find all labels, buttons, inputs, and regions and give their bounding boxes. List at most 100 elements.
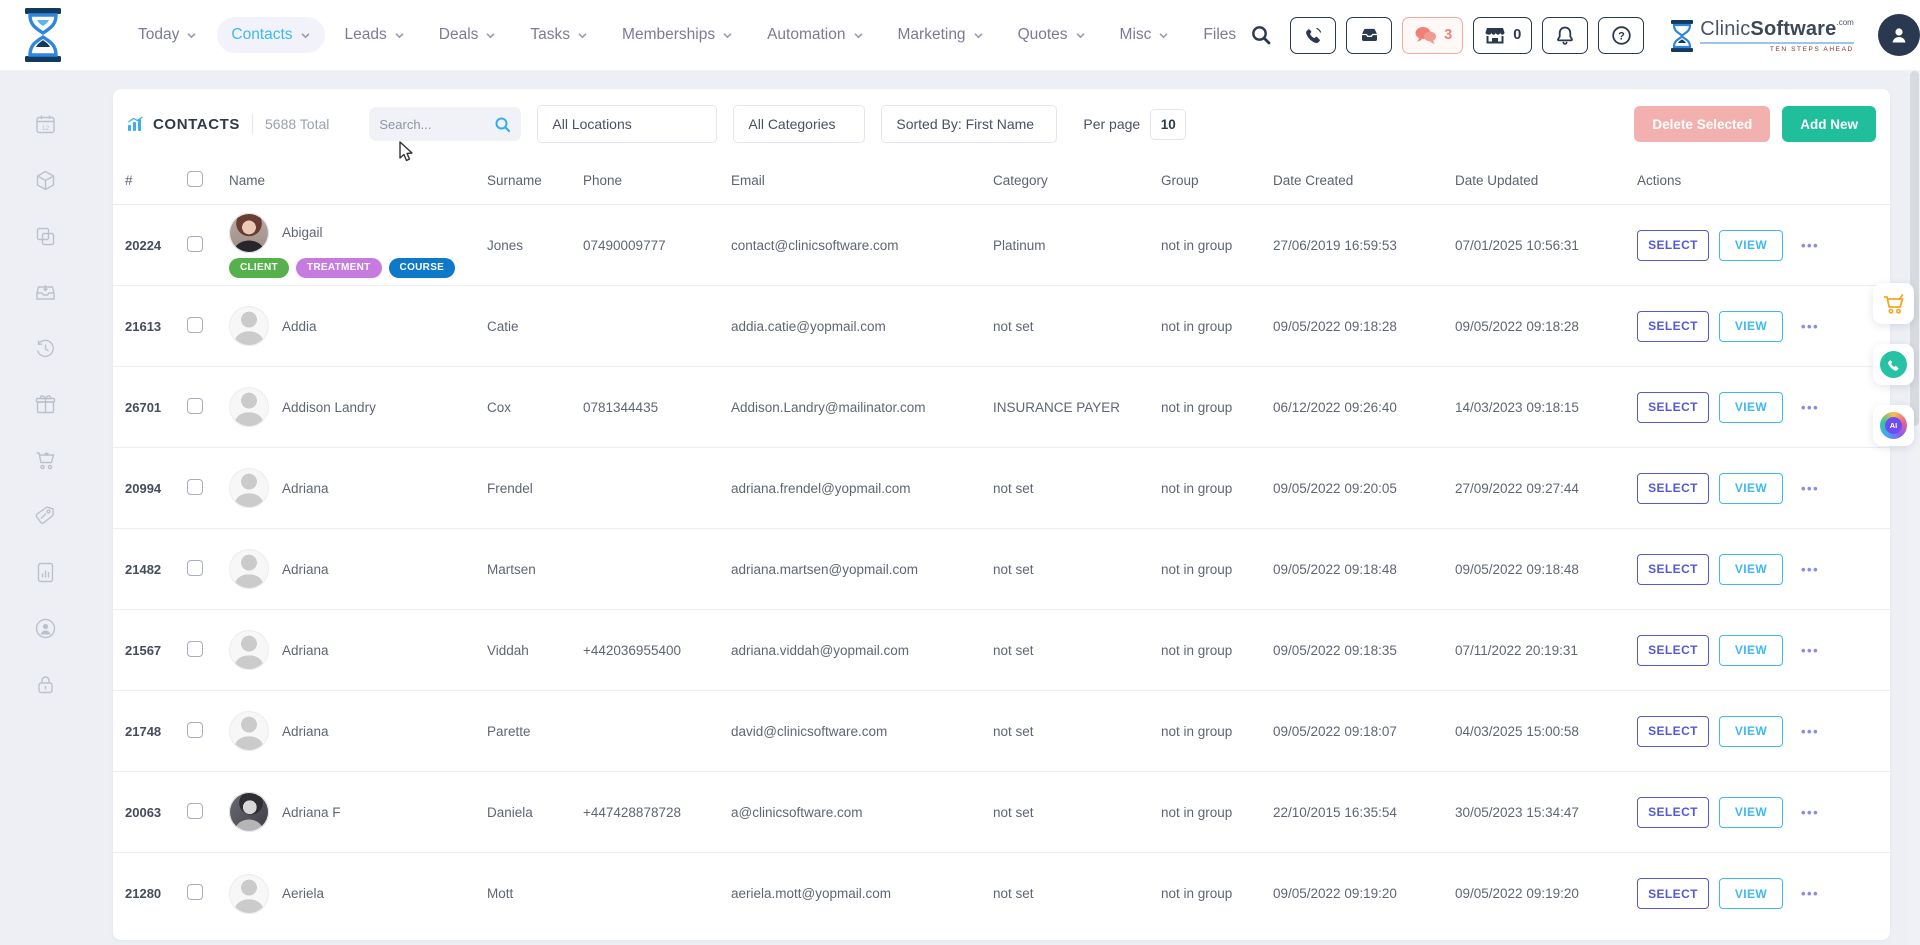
contact-group: not in group [1161, 886, 1273, 901]
contact-group: not in group [1161, 643, 1273, 658]
row-menu-dots[interactable]: ••• [1801, 238, 1819, 253]
row-menu-dots[interactable]: ••• [1801, 805, 1819, 820]
cube-icon[interactable] [34, 169, 57, 192]
view-button[interactable]: VIEW [1719, 716, 1783, 747]
search-icon[interactable] [1250, 24, 1272, 46]
app-logo-hourglass-icon[interactable] [22, 7, 64, 63]
row-menu-dots[interactable]: ••• [1801, 481, 1819, 496]
view-button[interactable]: VIEW [1719, 311, 1783, 342]
view-button[interactable]: VIEW [1719, 392, 1783, 423]
svg-text:12: 12 [41, 125, 49, 132]
row-checkbox[interactable] [187, 803, 203, 819]
contact-surname: Parette [487, 724, 583, 739]
chevron-down-icon [973, 30, 984, 41]
floating-ai-button[interactable]: AI [1873, 405, 1914, 446]
view-button[interactable]: VIEW [1719, 635, 1783, 666]
select-all-checkbox[interactable] [187, 171, 203, 187]
store-count: 0 [1513, 27, 1521, 43]
row-checkbox[interactable] [187, 722, 203, 738]
delete-selected-button[interactable]: Delete Selected [1634, 106, 1770, 142]
sort-filter[interactable]: Sorted By: First Name [881, 105, 1057, 143]
table-row: 21482 Adriana Martsen adriana.martsen@yo… [113, 529, 1890, 610]
contact-surname: Viddah [487, 643, 583, 658]
contact-category: not set [993, 886, 1161, 901]
date-created: 09/05/2022 09:20:05 [1273, 481, 1455, 496]
price-tag-icon[interactable] [34, 505, 57, 528]
floating-cart-button[interactable] [1873, 283, 1914, 324]
vertical-scrollbar[interactable] [1908, 71, 1920, 945]
nav-item-quotes[interactable]: Quotes [1004, 17, 1100, 53]
phone-call-button[interactable] [1290, 17, 1336, 54]
nav-item-contacts[interactable]: Contacts [217, 17, 324, 53]
nav-item-leads[interactable]: Leads [331, 17, 419, 53]
contact-email: Addison.Landry@mailinator.com [731, 400, 993, 415]
search-input[interactable] [379, 117, 494, 132]
nav-item-files[interactable]: Files [1189, 17, 1250, 53]
row-menu-dots[interactable]: ••• [1801, 319, 1819, 334]
row-checkbox[interactable] [187, 560, 203, 576]
select-button[interactable]: SELECT [1637, 554, 1709, 585]
select-button[interactable]: SELECT [1637, 311, 1709, 342]
nav-item-today[interactable]: Today [124, 17, 211, 53]
nav-item-automation[interactable]: Automation [753, 17, 877, 53]
row-checkbox[interactable] [187, 236, 203, 252]
search-submit-icon[interactable] [494, 116, 511, 133]
select-button[interactable]: SELECT [1637, 392, 1709, 423]
cart-icon[interactable] [34, 449, 57, 472]
row-checkbox[interactable] [187, 641, 203, 657]
copy-windows-icon[interactable] [34, 225, 57, 248]
calendar-icon[interactable]: 12 [34, 113, 57, 136]
tray-download-icon[interactable] [34, 281, 57, 304]
nav-item-deals[interactable]: Deals [425, 17, 511, 53]
select-button[interactable]: SELECT [1637, 230, 1709, 261]
row-checkbox[interactable] [187, 884, 203, 900]
select-button[interactable]: SELECT [1637, 635, 1709, 666]
row-menu-dots[interactable]: ••• [1801, 724, 1819, 739]
report-icon[interactable] [34, 561, 57, 584]
row-menu-dots[interactable]: ••• [1801, 562, 1819, 577]
gift-icon[interactable] [34, 393, 57, 416]
store-button[interactable]: 0 [1473, 17, 1532, 54]
row-menu-dots[interactable]: ••• [1801, 400, 1819, 415]
row-menu-dots[interactable]: ••• [1801, 886, 1819, 901]
brand-underline [1700, 42, 1854, 44]
inbox-button[interactable] [1346, 17, 1392, 54]
user-avatar[interactable] [1878, 14, 1920, 56]
view-button[interactable]: VIEW [1719, 473, 1783, 504]
tag-client: CLIENT [229, 258, 289, 278]
notifications-button[interactable] [1542, 17, 1588, 54]
nav-item-memberships[interactable]: Memberships [608, 17, 747, 53]
row-checkbox[interactable] [187, 479, 203, 495]
per-page-input[interactable] [1150, 109, 1186, 140]
floating-phone-button[interactable] [1873, 344, 1914, 385]
nav-item-tasks[interactable]: Tasks [516, 17, 602, 53]
categories-filter[interactable]: All Categories [733, 105, 865, 143]
select-button[interactable]: SELECT [1637, 473, 1709, 504]
help-button[interactable]: ? [1598, 17, 1644, 54]
chevron-down-icon [186, 30, 197, 41]
view-button[interactable]: VIEW [1719, 230, 1783, 261]
contact-name: Abigail [282, 225, 323, 240]
person-badge-icon[interactable] [34, 617, 57, 640]
locations-filter[interactable]: All Locations [537, 105, 717, 143]
view-button[interactable]: VIEW [1719, 797, 1783, 828]
contact-id: 20224 [125, 238, 187, 253]
select-button[interactable]: SELECT [1637, 878, 1709, 909]
nav-item-marketing[interactable]: Marketing [884, 17, 998, 53]
view-button[interactable]: VIEW [1719, 554, 1783, 585]
date-updated: 07/11/2022 20:19:31 [1455, 643, 1637, 658]
store-icon [1484, 25, 1506, 45]
lock-icon[interactable] [34, 673, 57, 696]
row-menu-dots[interactable]: ••• [1801, 643, 1819, 658]
view-button[interactable]: VIEW [1719, 878, 1783, 909]
history-icon[interactable] [34, 337, 57, 360]
chat-button[interactable]: 3 [1402, 17, 1463, 54]
row-checkbox[interactable] [187, 398, 203, 414]
select-button[interactable]: SELECT [1637, 716, 1709, 747]
row-checkbox[interactable] [187, 317, 203, 333]
nav-item-misc[interactable]: Misc [1106, 17, 1184, 53]
add-new-button[interactable]: Add New [1782, 106, 1876, 142]
contact-surname: Cox [487, 400, 583, 415]
table-body: 20224 Abigail CLIENTTREATMENTCOURSE Jone… [113, 205, 1890, 934]
select-button[interactable]: SELECT [1637, 797, 1709, 828]
